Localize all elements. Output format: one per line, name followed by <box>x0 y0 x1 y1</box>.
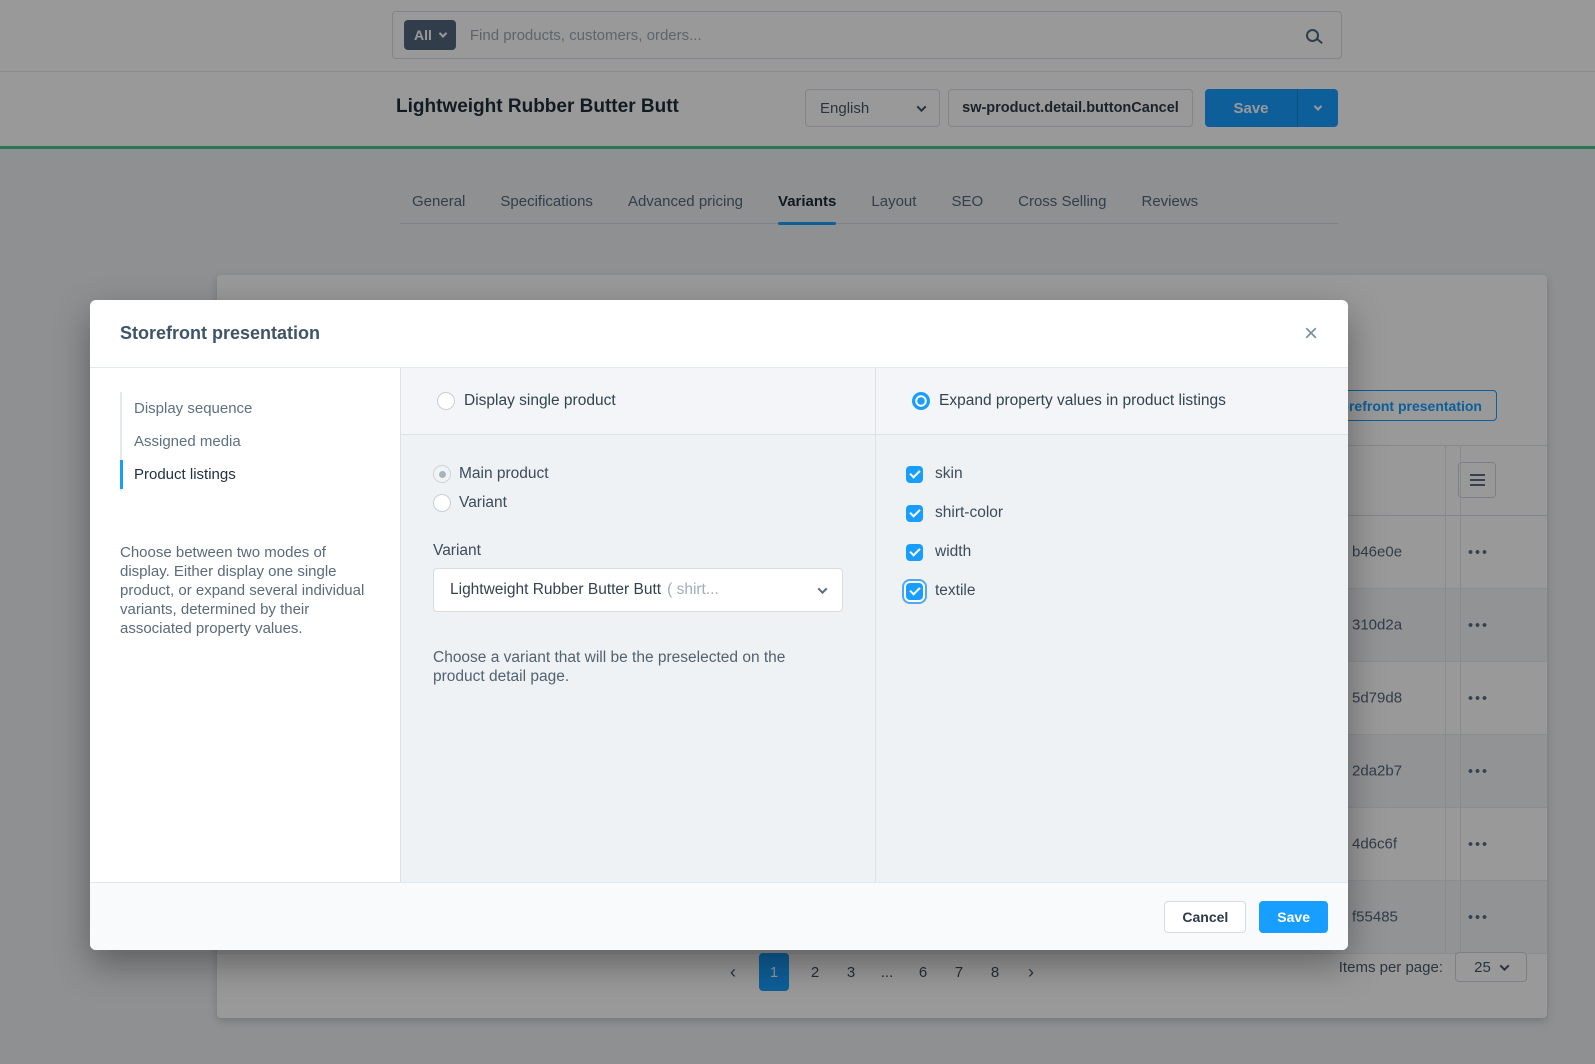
variant-field-label: Variant <box>433 542 843 560</box>
main-product-label: Main product <box>459 465 549 483</box>
display-single-product-radio[interactable] <box>437 392 455 410</box>
chevron-down-icon <box>818 584 828 594</box>
skin-checkbox[interactable] <box>906 466 923 483</box>
sidebar-item-assigned-media[interactable]: Assigned media <box>122 425 372 458</box>
variant-option-label: Variant <box>459 494 507 512</box>
property-row-width: width <box>906 543 1318 561</box>
modal-body: Display sequence Assigned media Product … <box>90 368 1348 882</box>
variant-option: Variant <box>433 494 843 512</box>
modal-title: Storefront presentation <box>120 323 320 344</box>
expand-properties-option: Expand property values in product listin… <box>876 368 1348 435</box>
single-product-option: Display single product <box>401 368 875 435</box>
variant-radio[interactable] <box>433 494 451 512</box>
modal-sidebar-nav: Display sequence Assigned media Product … <box>120 392 372 491</box>
property-row-shirt-color: shirt-color <box>906 504 1318 522</box>
property-row-textile: textile <box>906 582 1318 600</box>
width-checkbox[interactable] <box>906 544 923 561</box>
modal-save-button[interactable]: Save <box>1259 901 1328 933</box>
modal-footer: Cancel Save <box>90 882 1348 950</box>
modal-cancel-button[interactable]: Cancel <box>1164 901 1246 933</box>
display-single-product-label: Display single product <box>464 392 616 410</box>
single-product-column: Display single product Main product Vari… <box>400 368 875 882</box>
sidebar-item-display-sequence[interactable]: Display sequence <box>122 392 372 425</box>
sidebar-item-product-listings[interactable]: Product listings <box>122 458 372 491</box>
expand-properties-label: Expand property values in product listin… <box>939 392 1226 410</box>
property-row-skin: skin <box>906 465 1318 483</box>
textile-checkbox[interactable] <box>906 583 923 600</box>
main-product-radio[interactable] <box>433 465 451 483</box>
app-root: All Lightweight Rubber Butter Butt Engli… <box>0 0 1595 1064</box>
variant-select[interactable]: Lightweight Rubber Butter Butt ( shirt..… <box>433 568 843 612</box>
storefront-presentation-modal: Storefront presentation × Display sequen… <box>90 300 1348 950</box>
variant-helper-text: Choose a variant that will be the presel… <box>433 648 833 686</box>
width-label: width <box>935 543 971 561</box>
modal-header: Storefront presentation × <box>90 300 1348 368</box>
expand-properties-radio[interactable] <box>912 392 930 410</box>
single-product-content: Main product Variant Variant Lightweight… <box>401 435 875 686</box>
close-icon[interactable]: × <box>1304 322 1318 346</box>
skin-label: skin <box>935 465 963 483</box>
main-product-option: Main product <box>433 465 843 483</box>
modal-sidebar: Display sequence Assigned media Product … <box>90 368 400 882</box>
properties-list: skin shirt-color width textile <box>876 435 1348 600</box>
shirt-color-label: shirt-color <box>935 504 1003 522</box>
textile-label: textile <box>935 582 976 600</box>
mode-description: Choose between two modes of display. Eit… <box>120 543 372 638</box>
expand-properties-column: Expand property values in product listin… <box>875 368 1348 882</box>
variant-select-value-muted: ( shirt... <box>667 581 719 599</box>
variant-select-value: Lightweight Rubber Butter Butt <box>450 581 661 599</box>
shirt-color-checkbox[interactable] <box>906 505 923 522</box>
